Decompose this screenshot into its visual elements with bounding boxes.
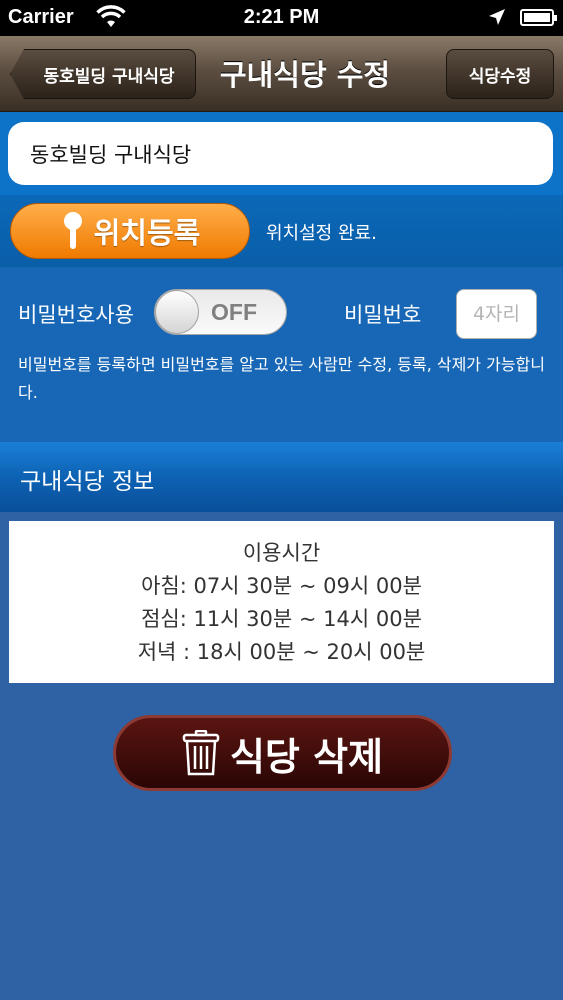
status-time: 2:21 PM xyxy=(243,6,320,28)
register-location-button[interactable]: 위치등록 xyxy=(10,203,250,259)
edit-cafeteria-button[interactable]: 식당수정 xyxy=(446,49,554,99)
location-arrow-icon xyxy=(489,9,505,25)
password-use-label: 비밀번호사용 xyxy=(18,303,134,327)
hours-info-box: 이용시간 아침: 07시 30분 ~ 09시 00분 점심: 11시 30분 ~… xyxy=(9,521,554,683)
register-location-label: 위치등록 xyxy=(93,216,201,250)
location-row: 위치등록 위치설정 완료. xyxy=(0,195,563,267)
password-label: 비밀번호 xyxy=(344,303,422,327)
password-section: 비밀번호사용 OFF 비밀번호 4자리 비밀번호를 등록하면 비밀번호를 알고 … xyxy=(0,267,563,442)
status-bar: Carrier 2:21 PM xyxy=(0,0,563,36)
info-section-header: 구내식당 정보 xyxy=(0,442,563,512)
delete-cafeteria-button[interactable]: 식당 삭제 xyxy=(113,715,452,791)
location-status-text: 위치설정 완료. xyxy=(266,223,377,244)
pin-icon xyxy=(63,212,82,249)
cafeteria-name-input[interactable]: 동호빌딩 구내식당 xyxy=(8,122,553,185)
password-toggle[interactable]: OFF xyxy=(154,289,287,335)
back-button[interactable]: 동호빌딩 구내식당 xyxy=(10,49,196,99)
delete-cafeteria-label: 식당 삭제 xyxy=(229,734,384,779)
toggle-knob xyxy=(155,290,199,334)
trash-icon xyxy=(182,730,220,776)
page-title: 구내식당 수정 xyxy=(219,58,391,92)
password-note: 비밀번호를 등록하면 비밀번호를 알고 있는 사람만 수정, 등록, 삭제가 가… xyxy=(18,355,545,402)
battery-icon xyxy=(520,9,557,26)
info-section-title: 구내식당 정보 xyxy=(20,469,155,495)
password-input[interactable]: 4자리 xyxy=(456,289,537,339)
hours-title: 이용시간 xyxy=(242,541,321,565)
toggle-state-label: OFF xyxy=(211,299,257,325)
lunch-hours: 점심: 11시 30분 ~ 14시 00분 xyxy=(141,607,422,631)
breakfast-hours: 아침: 07시 30분 ~ 09시 00분 xyxy=(141,574,422,598)
info-area: 이용시간 아침: 07시 30분 ~ 09시 00분 점심: 11시 30분 ~… xyxy=(0,512,563,1000)
name-section: 동호빌딩 구내식당 xyxy=(0,112,563,195)
dinner-hours: 저녁 : 18시 00분 ~ 20시 00분 xyxy=(137,640,426,664)
navigation-bar: 동호빌딩 구내식당 구내식당 수정 식당수정 xyxy=(0,36,563,112)
